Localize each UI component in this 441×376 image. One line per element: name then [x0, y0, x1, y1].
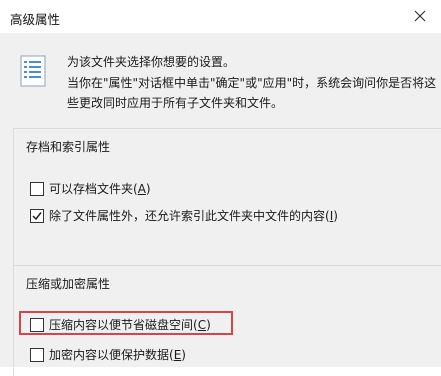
archive-index-group: 存档和索引属性 — [13, 128, 441, 270]
index-content-checkbox[interactable] — [30, 208, 44, 223]
archive-folder-option[interactable]: 可以存档文件夹(A) — [30, 180, 151, 197]
index-content-option[interactable]: 除了文件属性外，还允许索引此文件夹中文件的内容(I) — [30, 207, 338, 224]
dialog-titlebar: 高级属性 — [0, 0, 441, 34]
encrypt-content-option[interactable]: 加密内容以便保护数据(E) — [30, 346, 186, 363]
archive-folder-checkbox[interactable] — [30, 181, 44, 196]
archive-group-title: 存档和索引属性 — [26, 140, 111, 154]
annotation-highlight-box — [19, 311, 233, 335]
description-line-3: 些更改同时应用于所有子文件夹和文件。 — [67, 96, 284, 110]
close-icon — [414, 10, 426, 22]
encrypt-content-label: 加密内容以便保护数据(E) — [49, 348, 186, 362]
archive-folder-label: 可以存档文件夹(A) — [49, 182, 151, 196]
compress-group-title: 压缩或加密属性 — [26, 277, 111, 291]
dialog-title: 高级属性 — [10, 12, 61, 27]
document-properties-icon — [20, 55, 46, 87]
description-line-2: 当你在"属性"对话框中单击"确定"或"应用"时，系统会询问你是否将这 — [67, 76, 437, 90]
encrypt-content-checkbox[interactable] — [30, 347, 44, 362]
close-button[interactable] — [409, 5, 431, 27]
index-content-label: 除了文件属性外，还允许索引此文件夹中文件的内容(I) — [49, 209, 338, 223]
description-line-1: 为该文件夹选择你想要的设置。 — [67, 55, 236, 69]
checkmark-icon — [32, 211, 42, 220]
dialog-content: 为该文件夹选择你想要的设置。 当你在"属性"对话框中单击"确定"或"应用"时，系… — [0, 33, 441, 376]
